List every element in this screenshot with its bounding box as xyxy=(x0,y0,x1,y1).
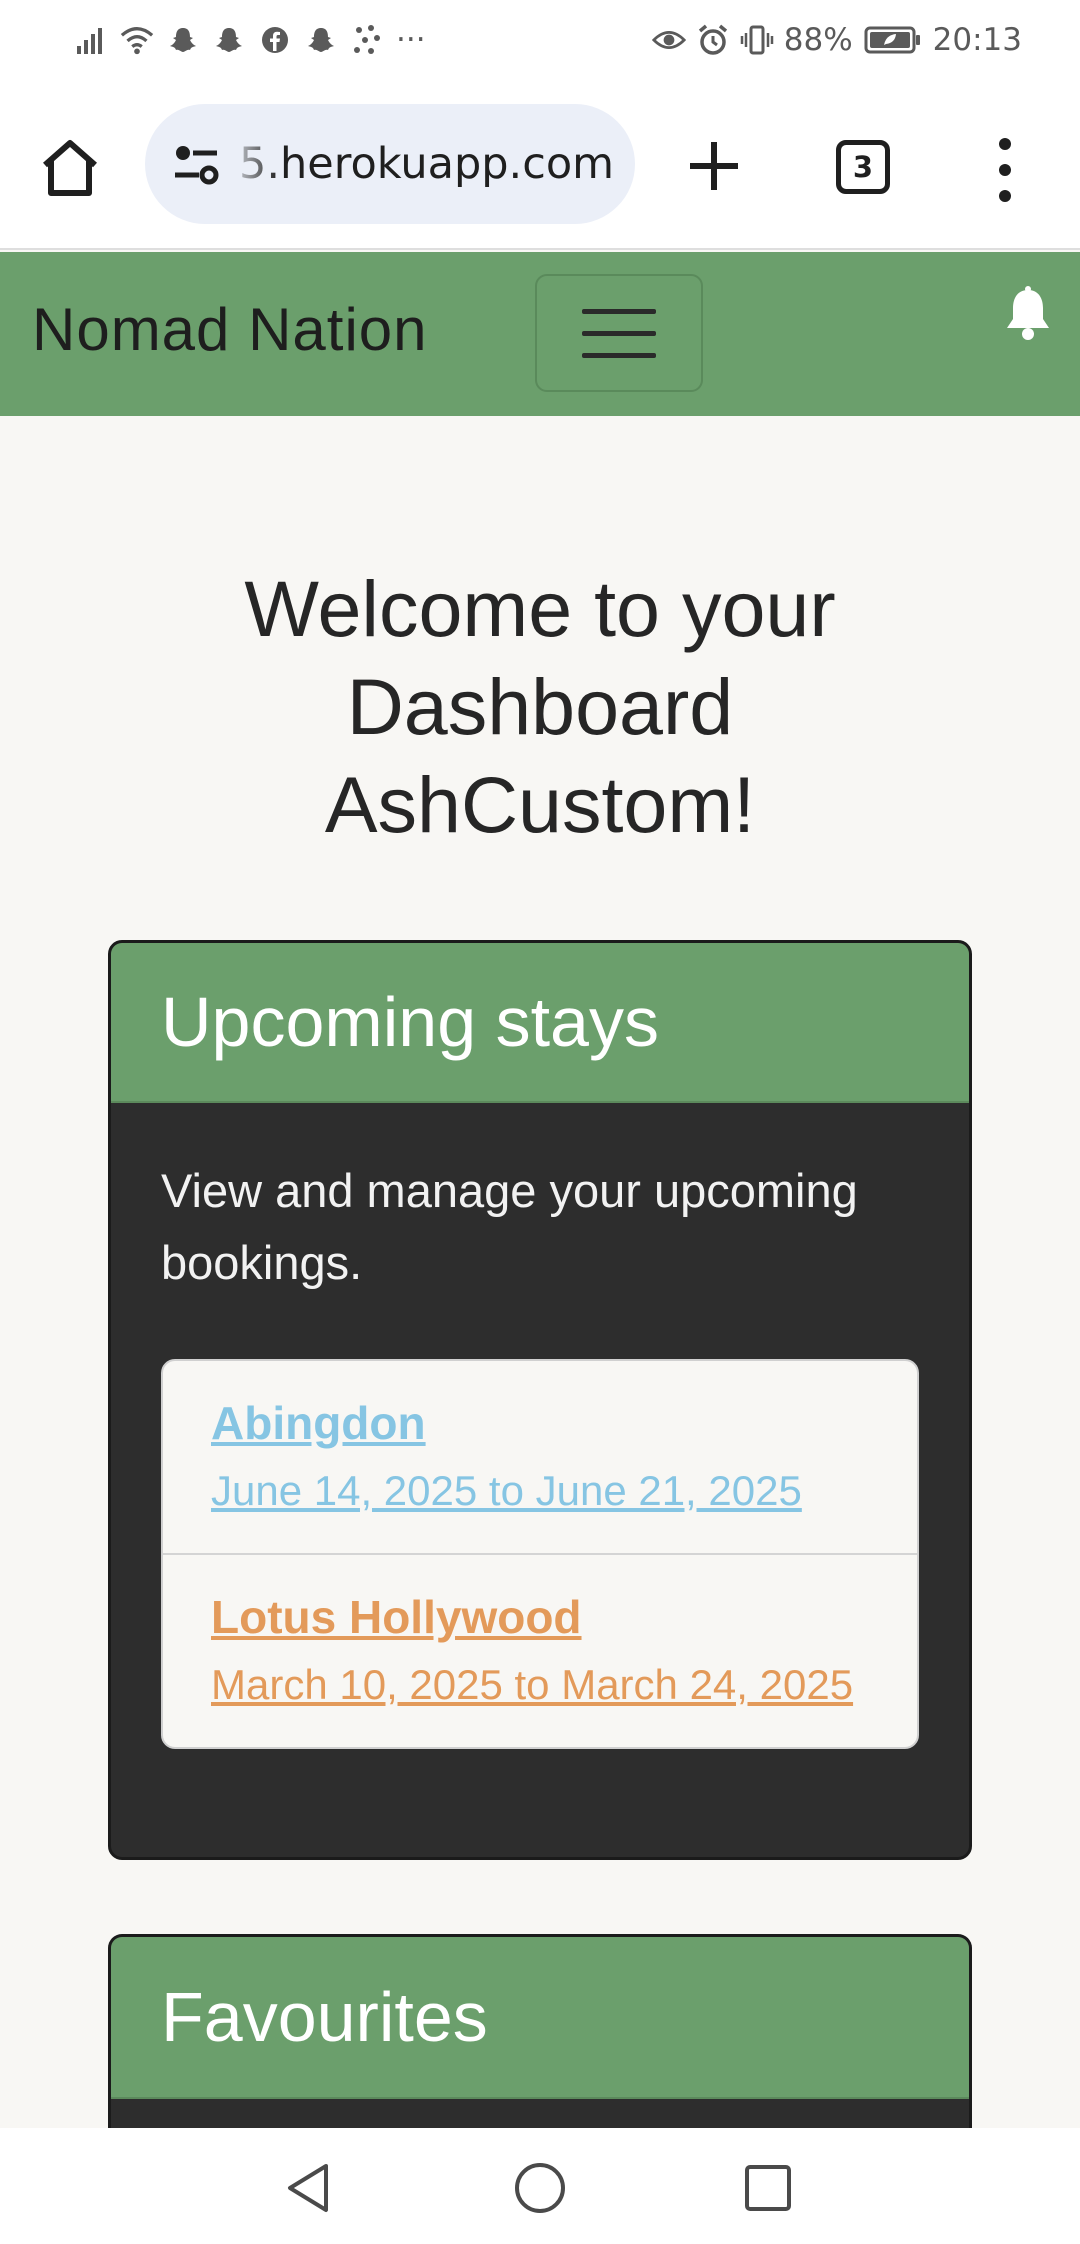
facebook-icon xyxy=(258,23,292,57)
more-notifications: ··· xyxy=(396,22,426,58)
clock: 20:13 xyxy=(932,22,1022,58)
browser-toolbar: 5.herokuapp.com 3 xyxy=(0,82,1080,250)
snapchat-icon xyxy=(304,23,338,57)
card-header: Upcoming stays xyxy=(111,943,969,1103)
hamburger-line xyxy=(582,352,656,358)
site-navbar: Nomad Nation xyxy=(0,252,1080,416)
back-button[interactable] xyxy=(278,2156,342,2220)
recents-button[interactable] xyxy=(736,2156,800,2220)
nav-toggle-button[interactable] xyxy=(535,274,703,392)
card-description: View and manage your upcoming bookings. xyxy=(161,1164,858,1289)
booking-dates-link[interactable]: March 10, 2025 to March 24, 2025 xyxy=(211,1649,869,1721)
alarm-icon xyxy=(696,23,730,57)
upcoming-stays-card: Upcoming stays View and manage your upco… xyxy=(108,940,972,1860)
booking-name-link[interactable]: Lotus Hollywood xyxy=(211,1585,869,1649)
hamburger-line xyxy=(582,330,656,336)
booking-item[interactable]: Abingdon June 14, 2025 to June 21, 2025 xyxy=(163,1361,917,1553)
bookings-list: Abingdon June 14, 2025 to June 21, 2025 … xyxy=(161,1359,919,1749)
home-nav-button[interactable] xyxy=(508,2156,572,2220)
site-settings-icon[interactable] xyxy=(167,135,225,193)
card-header: Favourites xyxy=(111,1937,969,2099)
wifi-icon xyxy=(120,23,154,57)
eye-icon xyxy=(651,23,686,57)
plus-icon xyxy=(690,142,738,190)
dots-app-icon xyxy=(350,23,384,57)
status-right: 88% 20:13 xyxy=(651,20,1022,60)
browser-menu-button[interactable] xyxy=(990,138,1020,202)
menu-dot xyxy=(999,164,1011,176)
battery-percent: 88% xyxy=(783,22,853,58)
back-icon xyxy=(288,2164,328,2212)
home-icon xyxy=(43,140,97,196)
snapchat-icon xyxy=(212,23,246,57)
new-tab-button[interactable] xyxy=(676,128,752,204)
tab-switcher-button[interactable]: 3 xyxy=(836,140,890,194)
home-button[interactable] xyxy=(34,132,106,204)
system-nav-bar xyxy=(0,2128,1080,2244)
hamburger-line xyxy=(582,308,656,314)
snapchat-icon xyxy=(166,23,200,57)
status-bar: ··· 88% 20:13 xyxy=(0,0,1080,82)
booking-item[interactable]: Lotus Hollywood March 10, 2025 to March … xyxy=(163,1553,917,1747)
circle-home-icon xyxy=(515,2163,565,2213)
url-text: 5.herokuapp.com xyxy=(239,139,615,189)
menu-dot xyxy=(999,138,1011,150)
status-left: ··· xyxy=(74,20,426,60)
screen: ··· 88% 20:13 5.herokuapp.com 3 Nomad Na… xyxy=(0,0,1080,2244)
menu-dot xyxy=(999,190,1011,202)
booking-dates-link[interactable]: June 14, 2025 to June 21, 2025 xyxy=(211,1455,869,1527)
signal-icon xyxy=(74,23,108,57)
page-title: Welcome to your Dashboard AshCustom! xyxy=(244,564,836,849)
booking-name-link[interactable]: Abingdon xyxy=(211,1391,869,1455)
address-bar[interactable]: 5.herokuapp.com xyxy=(145,104,635,224)
brand-logo[interactable]: Nomad Nation xyxy=(32,292,428,368)
card-body: View and manage your upcoming bookings. … xyxy=(111,1103,969,1799)
battery-saver-icon xyxy=(863,23,923,57)
notification-bell-icon[interactable] xyxy=(1003,286,1053,342)
vibrate-icon xyxy=(740,23,774,57)
square-recents-icon xyxy=(745,2165,791,2211)
